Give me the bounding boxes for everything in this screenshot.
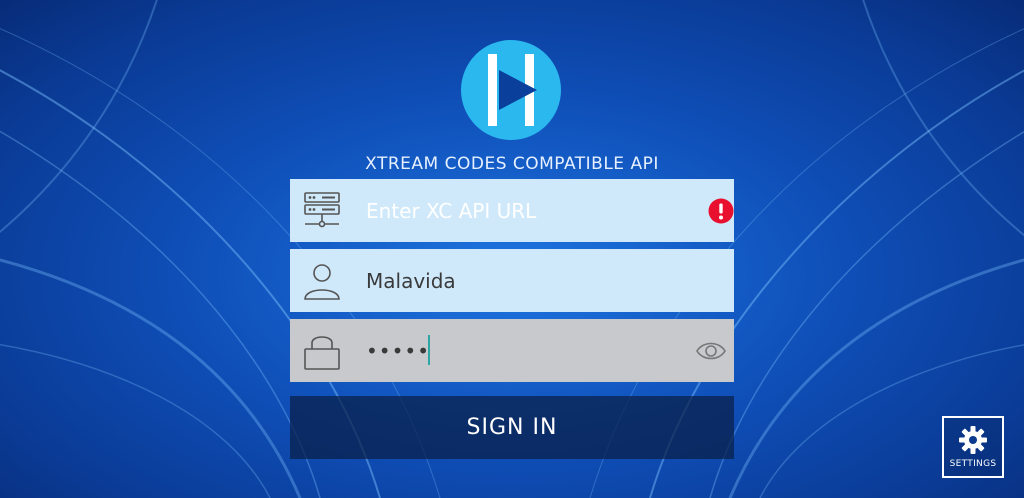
eye-icon[interactable] — [695, 339, 727, 363]
url-input[interactable] — [366, 193, 686, 229]
gear-icon — [959, 426, 987, 454]
play-logo-icon — [461, 40, 561, 140]
sign-in-button[interactable]: SIGN IN — [290, 396, 734, 459]
text-caret — [428, 335, 430, 365]
lock-icon — [304, 336, 340, 370]
url-field[interactable] — [290, 179, 734, 242]
password-field[interactable] — [290, 319, 734, 382]
user-icon — [304, 264, 340, 300]
settings-button[interactable]: SETTINGS — [942, 416, 1004, 478]
server-network-icon — [304, 192, 340, 228]
error-icon — [708, 198, 734, 224]
username-field[interactable] — [290, 249, 734, 312]
password-input[interactable] — [366, 333, 426, 369]
settings-label: SETTINGS — [949, 459, 997, 469]
username-input[interactable] — [366, 263, 686, 299]
api-label: XTREAM CODES COMPATIBLE API — [365, 154, 659, 174]
